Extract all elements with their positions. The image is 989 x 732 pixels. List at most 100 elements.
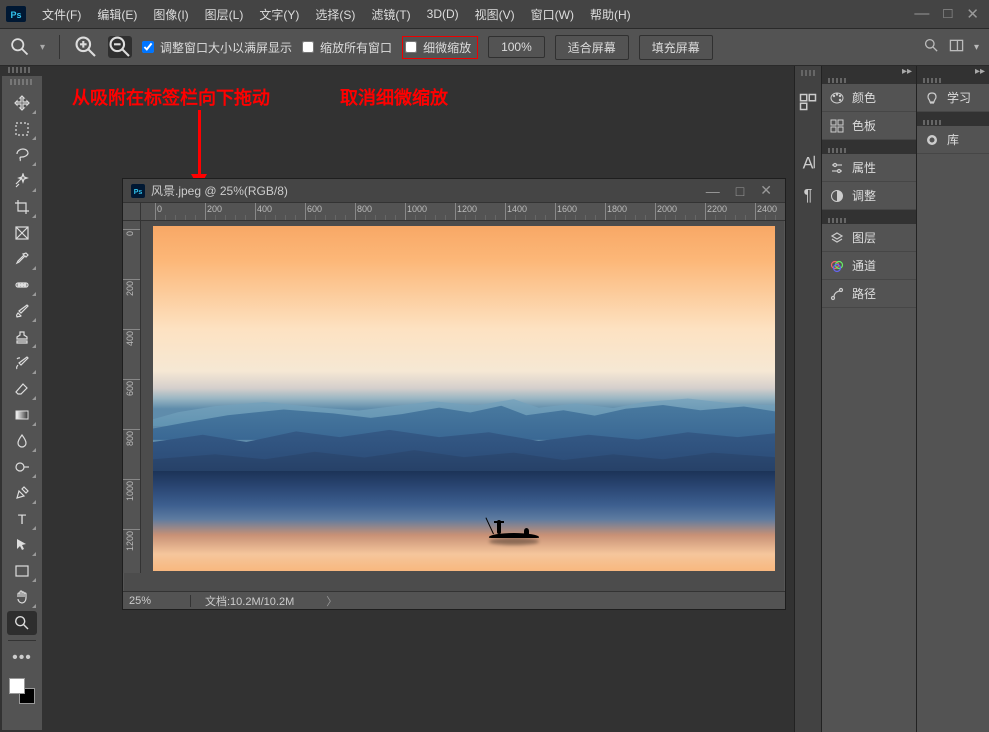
menu-3d[interactable]: 3D(D): [419, 3, 467, 25]
paths-panel-tab[interactable]: 路径: [822, 280, 916, 308]
svg-text:A: A: [803, 154, 814, 172]
menu-type[interactable]: 文字(Y): [251, 2, 307, 27]
strip-grip[interactable]: [801, 70, 815, 76]
fill-screen-button[interactable]: 填充屏幕: [639, 35, 713, 60]
panel-collapse-arrows-2[interactable]: ▸▸: [975, 66, 985, 77]
resize-fit-checkbox[interactable]: 调整窗口大小以满屏显示: [142, 39, 292, 56]
foreground-background-colors[interactable]: [7, 678, 37, 706]
menu-file[interactable]: 文件(F): [34, 2, 89, 27]
document-status-bar: 25% 文档:10.2M/10.2M 〉: [123, 591, 785, 609]
current-tool-icon[interactable]: [10, 37, 30, 57]
blur-tool[interactable]: [7, 429, 37, 453]
menu-select[interactable]: 选择(S): [307, 2, 363, 27]
properties-panel-tab[interactable]: 属性: [822, 154, 916, 182]
gradient-tool[interactable]: [7, 403, 37, 427]
tab-bar-grip[interactable]: [8, 67, 32, 73]
resize-fit-label: 调整窗口大小以满屏显示: [160, 39, 292, 56]
healing-brush-tool[interactable]: [7, 273, 37, 297]
menu-bar: Ps 文件(F) 编辑(E) 图像(I) 图层(L) 文字(Y) 选择(S) 滤…: [0, 0, 989, 28]
vertical-ruler[interactable]: 020040060080010001200: [123, 221, 141, 573]
svg-text:Ps: Ps: [10, 10, 21, 20]
eyedropper-tool[interactable]: [7, 247, 37, 271]
menu-image[interactable]: 图像(I): [145, 2, 196, 27]
zoom-tool[interactable]: [7, 611, 37, 635]
adjustments-panel-label: 调整: [852, 187, 876, 204]
tools-panel-grip[interactable]: [10, 79, 34, 85]
character-panel-icon[interactable]: A: [798, 152, 818, 172]
channels-panel-tab[interactable]: 通道: [822, 252, 916, 280]
workspace-switcher-icon[interactable]: [949, 38, 964, 56]
menu-help[interactable]: 帮助(H): [582, 2, 639, 27]
zoom-100-button[interactable]: 100%: [488, 36, 545, 58]
menu-filter[interactable]: 滤镜(T): [363, 2, 418, 27]
history-panel-icon[interactable]: [798, 92, 818, 112]
image-viewport[interactable]: [141, 221, 785, 573]
brush-tool[interactable]: [7, 299, 37, 323]
type-tool[interactable]: T: [7, 507, 37, 531]
layers-panel-label: 图层: [852, 229, 876, 246]
path-select-tool[interactable]: [7, 533, 37, 557]
document-info-text[interactable]: 文档:10.2M/10.2M: [191, 593, 294, 609]
zoom-in-button[interactable]: [74, 36, 98, 58]
frame-tool[interactable]: [7, 221, 37, 245]
edit-toolbar-button[interactable]: •••: [7, 646, 37, 670]
resize-fit-input[interactable]: [142, 41, 154, 53]
menu-layer[interactable]: 图层(L): [197, 2, 252, 27]
zoom-all-checkbox[interactable]: 缩放所有窗口: [302, 39, 392, 56]
libraries-panel-tab[interactable]: 库: [917, 126, 989, 154]
fit-screen-button[interactable]: 适合屏幕: [555, 35, 629, 60]
dodge-tool[interactable]: [7, 455, 37, 479]
horizontal-ruler[interactable]: 0200400600800100012001400160018002000220…: [141, 203, 785, 221]
doc-minimize-button[interactable]: —: [701, 183, 725, 199]
magic-wand-tool[interactable]: [7, 169, 37, 193]
pen-tool[interactable]: [7, 481, 37, 505]
panel-collapse-arrows[interactable]: ▸▸: [902, 66, 912, 77]
move-tool[interactable]: [7, 91, 37, 115]
history-brush-tool[interactable]: [7, 351, 37, 375]
scrubby-zoom-input[interactable]: [405, 41, 417, 53]
crop-tool[interactable]: [7, 195, 37, 219]
scrubby-zoom-highlighted: 细微缩放: [402, 36, 478, 59]
doc-close-button[interactable]: ✕: [755, 182, 777, 199]
lasso-tool[interactable]: [7, 143, 37, 167]
main-panel-column: ▸▸ 颜色 色板 属性 调整 图层 通道 路径: [822, 66, 917, 732]
minimize-button[interactable]: —: [914, 5, 929, 23]
secondary-panel-column: ▸▸ 学习 库: [917, 66, 989, 732]
window-controls: — □ ✕: [914, 5, 983, 23]
foreground-color-swatch[interactable]: [9, 678, 25, 694]
paragraph-panel-icon[interactable]: ¶: [798, 184, 818, 204]
color-panel-tab[interactable]: 颜色: [822, 84, 916, 112]
search-icon[interactable]: [924, 38, 939, 56]
right-panel-zone: A ¶ ▸▸ 颜色 色板 属性 调整 图层 通道 路径 ▸▸ 学习 库: [794, 66, 989, 732]
zoom-out-button[interactable]: [108, 36, 132, 58]
document-title-bar[interactable]: Ps 风景.jpeg @ 25%(RGB/8) — □ ✕: [123, 179, 785, 203]
maximize-button[interactable]: □: [943, 5, 952, 23]
paths-panel-label: 路径: [852, 285, 876, 302]
scrubby-zoom-checkbox[interactable]: 细微缩放: [405, 39, 471, 56]
eraser-tool[interactable]: [7, 377, 37, 401]
tool-menu-arrow[interactable]: ▾: [40, 42, 45, 53]
zoom-level-field[interactable]: 25%: [123, 595, 191, 607]
swatches-panel-tab[interactable]: 色板: [822, 112, 916, 140]
layers-panel-tab[interactable]: 图层: [822, 224, 916, 252]
annotation-left-text: 从吸附在标签栏向下拖动: [72, 84, 270, 110]
marquee-tool[interactable]: [7, 117, 37, 141]
doc-maximize-button[interactable]: □: [731, 183, 749, 199]
doc-info-menu-arrow[interactable]: 〉: [326, 593, 337, 609]
document-title-text: 风景.jpeg @ 25%(RGB/8): [151, 182, 288, 199]
channels-panel-label: 通道: [852, 257, 876, 274]
zoom-all-input[interactable]: [302, 41, 314, 53]
workspace-menu-arrow[interactable]: ▾: [974, 42, 979, 53]
ruler-origin[interactable]: [123, 203, 141, 221]
close-button[interactable]: ✕: [966, 5, 979, 23]
scrubby-zoom-label: 细微缩放: [423, 39, 471, 56]
menu-window[interactable]: 窗口(W): [523, 2, 582, 27]
learn-panel-tab[interactable]: 学习: [917, 84, 989, 112]
hand-tool[interactable]: [7, 585, 37, 609]
document-window[interactable]: Ps 风景.jpeg @ 25%(RGB/8) — □ ✕ 0200400600…: [122, 178, 786, 610]
rectangle-tool[interactable]: [7, 559, 37, 583]
adjustments-panel-tab[interactable]: 调整: [822, 182, 916, 210]
clone-stamp-tool[interactable]: [7, 325, 37, 349]
menu-view[interactable]: 视图(V): [467, 2, 523, 27]
menu-edit[interactable]: 编辑(E): [89, 2, 145, 27]
